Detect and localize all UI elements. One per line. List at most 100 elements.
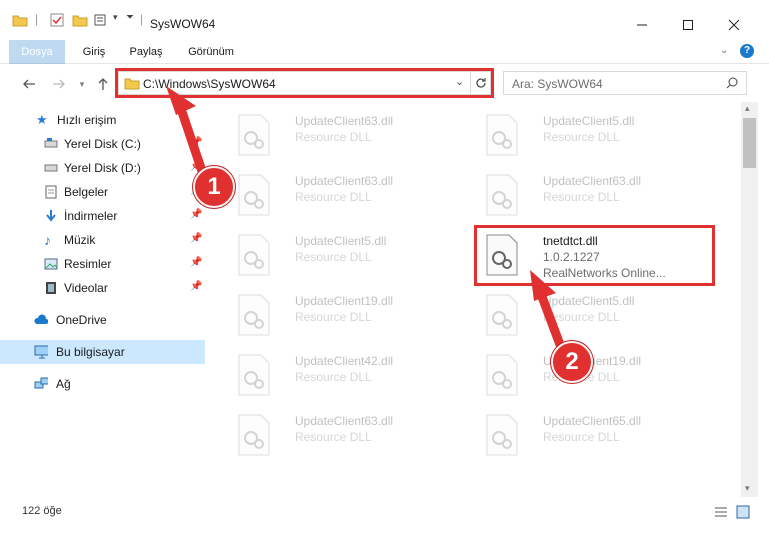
file-item-tnetdtct[interactable]: tnetdtct.dll 1.0.2.1227 RealNetworks Onl…: [477, 228, 717, 284]
nav-downloads[interactable]: İndirmeler 📌: [0, 204, 205, 228]
file-name: UpdateClient5.dll: [543, 294, 635, 308]
tab-home[interactable]: Giriş: [74, 40, 114, 64]
dll-gear-icon: [486, 414, 518, 456]
pin-icon[interactable]: 📌: [190, 281, 202, 293]
pin-icon[interactable]: 📌: [190, 137, 202, 149]
close-button[interactable]: [711, 10, 757, 40]
pin-icon[interactable]: 📌: [190, 209, 202, 221]
nav-music[interactable]: ♪ Müzik 📌: [0, 228, 205, 252]
file-list: UpdateClient63.dll Resource DLL UpdateCl…: [205, 102, 741, 497]
forward-arrow-icon: [53, 79, 65, 89]
large-icons-view-icon[interactable]: [736, 505, 750, 519]
file-name: UpdateClient5.dll: [295, 234, 387, 248]
dll-gear-icon: [486, 114, 518, 156]
file-type: Resource DLL: [295, 250, 372, 264]
file-name: tnetdtct.dll: [543, 234, 598, 248]
pictures-icon: [44, 258, 58, 270]
nav-quick-access[interactable]: ★ Hızlı erişim: [0, 108, 205, 132]
nav-this-pc[interactable]: Bu bilgisayar: [0, 340, 205, 364]
dll-gear-icon: [486, 354, 518, 396]
nav-local-disk-c[interactable]: Yerel Disk (C:) 📌: [0, 132, 205, 156]
separator: |: [35, 12, 39, 26]
file-name: UpdateClient63.dll: [295, 414, 394, 428]
address-bar[interactable]: C:\Windows\SysWOW64 ⌄: [118, 71, 491, 95]
file-item[interactable]: UpdateClient5.dll Resource DLL: [477, 108, 717, 164]
file-type: Resource DLL: [543, 190, 620, 204]
tab-share[interactable]: Paylaş: [122, 40, 170, 64]
minimize-button[interactable]: [619, 10, 665, 40]
dropdown-icon[interactable]: ▾: [113, 12, 118, 23]
dll-gear-icon: [486, 234, 518, 276]
file-item[interactable]: UpdateClient63.dll Resource DLL: [229, 168, 469, 224]
title-bar: | ▾ ⏷ | SysWOW64: [0, 0, 769, 40]
file-item[interactable]: UpdateClient5.dll Resource DLL: [229, 228, 469, 284]
file-item[interactable]: UpdateClient5.dll Resource DLL: [477, 288, 717, 344]
file-item[interactable]: UpdateClient63.dll Resource DLL: [229, 108, 469, 164]
nav-label: Yerel Disk (D:): [64, 161, 141, 175]
refresh-icon: [475, 78, 486, 88]
dll-gear-icon: [486, 174, 518, 216]
quick-access-icon[interactable]: [94, 13, 112, 27]
new-folder-icon[interactable]: [72, 13, 88, 27]
file-type: Resource DLL: [295, 430, 372, 444]
back-button[interactable]: [20, 75, 38, 93]
nav-label: Hızlı erişim: [57, 113, 117, 127]
address-dropdown-icon[interactable]: ⌄: [455, 75, 464, 88]
refresh-button[interactable]: [470, 71, 491, 95]
star-icon: ★: [36, 112, 48, 127]
scroll-up-icon[interactable]: ▴: [745, 103, 750, 114]
nav-local-disk-d[interactable]: Yerel Disk (D:) 📌: [0, 156, 205, 180]
file-item[interactable]: UpdateClient65.dll Resource DLL: [477, 408, 717, 464]
dll-gear-icon: [238, 354, 270, 396]
nav-label: Videolar: [64, 281, 108, 295]
nav-label: OneDrive: [56, 313, 107, 327]
nav-network[interactable]: Ağ: [0, 372, 205, 396]
file-item[interactable]: UpdateClient63.dll Resource DLL: [477, 168, 717, 224]
vertical-scrollbar[interactable]: ▴ ▾: [741, 102, 758, 497]
maximize-icon: [683, 20, 693, 30]
dll-gear-icon: [238, 234, 270, 276]
dll-gear-icon: [486, 294, 518, 336]
up-button[interactable]: [94, 75, 112, 93]
expand-ribbon-icon[interactable]: ⌄: [720, 45, 728, 56]
file-item[interactable]: UpdateClient19.dll Resource DLL: [477, 348, 717, 404]
document-icon: [45, 185, 57, 199]
nav-label: Yerel Disk (C:): [64, 137, 141, 151]
folder-icon: [124, 78, 140, 90]
recent-locations-button[interactable]: ▾: [73, 75, 91, 93]
music-icon: ♪: [44, 232, 51, 248]
scroll-thumb[interactable]: [743, 118, 756, 168]
step-badge-2: 2: [551, 341, 593, 383]
nav-onedrive[interactable]: OneDrive: [0, 308, 205, 332]
maximize-button[interactable]: [665, 10, 711, 40]
nav-label: Bu bilgisayar: [56, 345, 125, 359]
search-box[interactable]: Ara: SysWOW64: [503, 71, 747, 95]
file-item[interactable]: UpdateClient42.dll Resource DLL: [229, 348, 469, 404]
nav-videos[interactable]: Videolar 📌: [0, 276, 205, 300]
ribbon-tabs: Dosya Giriş Paylaş Görünüm ⌄ ?: [0, 40, 769, 96]
details-view-icon[interactable]: [714, 506, 728, 518]
file-type: Resource DLL: [295, 310, 372, 324]
forward-button[interactable]: [50, 75, 68, 93]
address-path[interactable]: C:\Windows\SysWOW64: [143, 77, 276, 91]
drive-icon: [44, 164, 58, 172]
help-icon[interactable]: ?: [740, 44, 754, 58]
properties-icon[interactable]: [50, 13, 64, 27]
search-placeholder: Ara: SysWOW64: [512, 77, 603, 91]
dll-gear-icon: [238, 174, 270, 216]
tab-view[interactable]: Görünüm: [180, 40, 242, 64]
file-item[interactable]: UpdateClient63.dll Resource DLL: [229, 408, 469, 464]
pin-icon[interactable]: 📌: [190, 257, 202, 269]
nav-pictures[interactable]: Resimler 📌: [0, 252, 205, 276]
file-name: UpdateClient63.dll: [543, 174, 642, 188]
folder-icon: [12, 15, 28, 27]
pin-icon[interactable]: 📌: [190, 233, 202, 245]
file-name: UpdateClient63.dll: [295, 174, 394, 188]
nav-label: Resimler: [64, 257, 112, 271]
file-item[interactable]: UpdateClient19.dll Resource DLL: [229, 288, 469, 344]
nav-documents[interactable]: Belgeler 📌: [0, 180, 205, 204]
scroll-down-icon[interactable]: ▾: [745, 483, 750, 494]
dll-gear-icon: [238, 114, 270, 156]
file-name: UpdateClient42.dll: [295, 354, 394, 368]
customize-toolbar-icon[interactable]: ⏷: [126, 12, 134, 23]
